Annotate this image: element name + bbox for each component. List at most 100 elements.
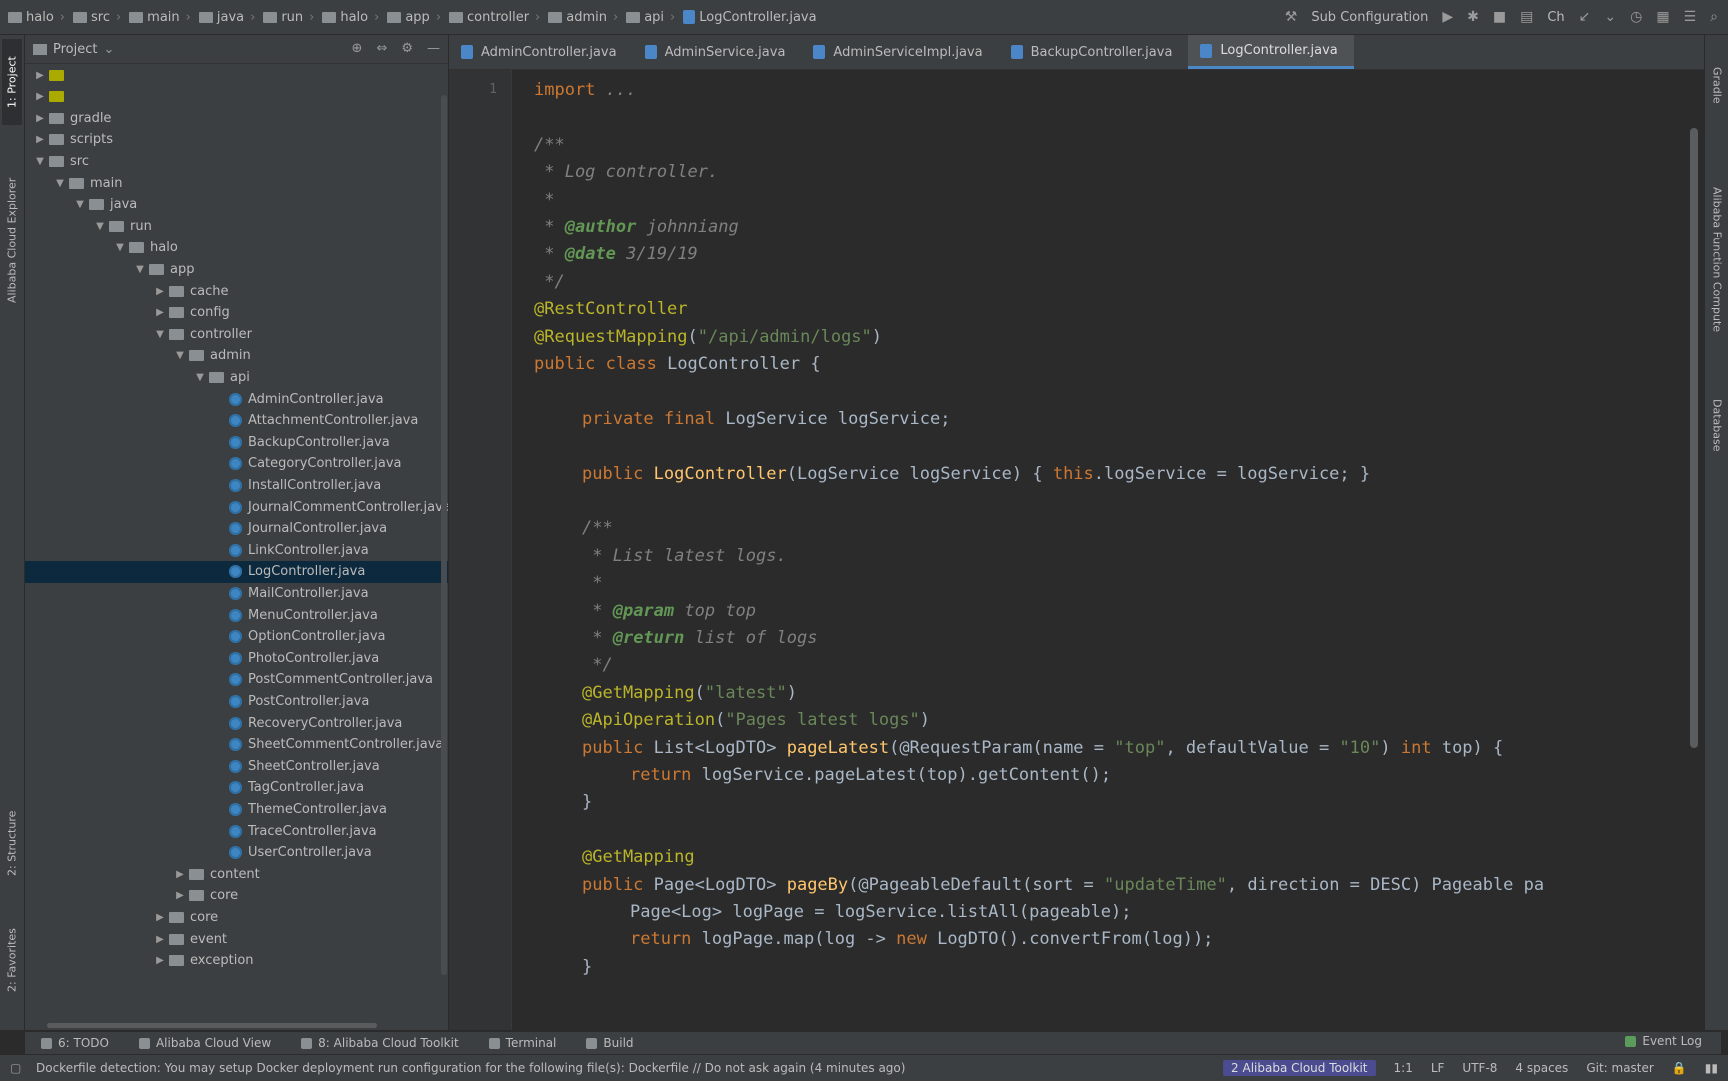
editor-tab[interactable]: AdminServiceImpl.java — [801, 35, 998, 69]
toggle-tool-windows-icon[interactable]: ▢ — [10, 1061, 21, 1075]
tree-folder-item[interactable]: ▼ api — [25, 366, 250, 388]
tool-tab-terminal[interactable]: Terminal — [488, 1036, 556, 1050]
tree-file-item[interactable]: PhotoController.java — [25, 647, 379, 669]
run-icon[interactable]: ▶ — [1442, 9, 1453, 25]
tool-tab-alibaba-cloud-toolkit[interactable]: 8: Alibaba Cloud Toolkit — [301, 1036, 459, 1050]
tree-file-item[interactable]: PostCommentController.java — [25, 669, 433, 691]
tree-folder-item[interactable]: ▶ config — [25, 302, 230, 324]
breadcrumb-item[interactable]: halo › — [8, 10, 65, 25]
tool-tab-structure[interactable]: 2: Structure — [2, 795, 22, 891]
search-icon[interactable]: ⌕ — [1710, 9, 1718, 25]
project-view-select[interactable]: Project — [53, 42, 97, 57]
chevron-right-icon[interactable]: ▶ — [153, 912, 167, 923]
tree-file-item[interactable]: SheetCommentController.java — [25, 734, 443, 756]
project-structure-icon[interactable]: ▦ — [1656, 9, 1669, 25]
editor-tab[interactable]: AdminController.java — [449, 35, 633, 69]
chevron-down-icon[interactable]: ▼ — [193, 372, 207, 383]
chevron-down-icon[interactable]: ▼ — [53, 178, 67, 189]
tree-file-item[interactable]: MenuController.java — [25, 604, 378, 626]
chevron-right-icon[interactable]: ▶ — [153, 286, 167, 297]
editor-tab[interactable]: AdminService.java — [633, 35, 802, 69]
tree-file-item[interactable]: MailController.java — [25, 582, 369, 604]
tree-file-item[interactable]: CategoryController.java — [25, 453, 402, 475]
vcs-update-icon[interactable]: ↙ — [1579, 9, 1591, 25]
code-editor[interactable]: import ... /** * Log controller. * * @aut… — [512, 70, 1692, 1030]
tool-tab-todo[interactable]: 6: TODO — [41, 1036, 109, 1050]
chevron-right-icon[interactable]: ▶ — [153, 307, 167, 318]
breadcrumb-item[interactable]: admin › — [548, 10, 618, 25]
tree-file-item[interactable]: PostController.java — [25, 690, 369, 712]
tool-tab-alibaba-cloud-explorer[interactable]: Alibaba Cloud Explorer — [2, 155, 22, 325]
collapse-icon[interactable]: ⇔ — [376, 41, 387, 56]
tree-folder-item[interactable]: ▶ content — [25, 863, 260, 885]
breadcrumb-item[interactable]: api › — [626, 10, 675, 25]
tree-folder-item[interactable]: ▶ — [25, 86, 70, 108]
hide-icon[interactable]: — — [427, 41, 440, 56]
tree-file-item[interactable]: UserController.java — [25, 842, 372, 864]
settings-icon[interactable]: ⚙ — [401, 41, 413, 56]
memory-indicator-icon[interactable]: ▮▮ — [1705, 1061, 1718, 1075]
tool-tab-gradle[interactable]: Gradle — [1707, 55, 1727, 115]
horizontal-scrollbar[interactable] — [47, 1023, 377, 1028]
stop-icon[interactable]: ■ — [1493, 9, 1506, 25]
chevron-down-icon[interactable]: ▼ — [73, 199, 87, 210]
run-configuration-select[interactable]: Sub Configuration — [1311, 10, 1428, 25]
tree-file-item[interactable]: OptionController.java — [25, 626, 386, 648]
tree-file-item[interactable]: LinkController.java — [25, 539, 369, 561]
tree-file-item[interactable]: AttachmentController.java — [25, 410, 418, 432]
indent-setting[interactable]: 4 spaces — [1515, 1061, 1568, 1075]
tree-folder-item[interactable]: ▼ java — [25, 194, 137, 216]
chevron-right-icon[interactable]: ▶ — [33, 113, 47, 124]
vertical-scrollbar[interactable] — [441, 95, 447, 975]
tree-folder-item[interactable]: ▶ event — [25, 928, 227, 950]
tool-tab-database[interactable]: Database — [1707, 385, 1727, 465]
hammer-icon[interactable]: ⚒ — [1285, 9, 1298, 25]
tree-folder-item[interactable]: ▶ core — [25, 885, 238, 907]
tree-folder-item[interactable]: ▼ admin — [25, 345, 251, 367]
chevron-right-icon[interactable]: ▶ — [173, 890, 187, 901]
tree-folder-item[interactable]: ▶ exception — [25, 950, 253, 972]
tree-file-item[interactable]: BackupController.java — [25, 431, 390, 453]
tree-file-item[interactable]: AdminController.java — [25, 388, 384, 410]
editor-tab[interactable]: LogController.java — [1188, 35, 1354, 69]
history-icon[interactable]: ◷ — [1630, 9, 1642, 25]
caret-position[interactable]: 1:1 — [1394, 1061, 1413, 1075]
tree-file-item[interactable]: TraceController.java — [25, 820, 377, 842]
tree-folder-item[interactable]: ▶ — [25, 64, 70, 86]
tree-file-item[interactable]: ThemeController.java — [25, 798, 387, 820]
tree-file-item[interactable]: JournalCommentController.java — [25, 496, 448, 518]
chevron-down-icon[interactable]: ▼ — [93, 221, 107, 232]
tree-file-item[interactable]: TagController.java — [25, 777, 364, 799]
tree-folder-item[interactable]: ▼ app — [25, 258, 194, 280]
locate-icon[interactable]: ⊕ — [352, 41, 363, 56]
lock-icon[interactable]: 🔒 — [1672, 1061, 1687, 1075]
tree-folder-item[interactable]: ▼ src — [25, 150, 89, 172]
chevron-right-icon[interactable]: ▶ — [33, 134, 47, 145]
tree-file-item[interactable]: RecoveryController.java — [25, 712, 402, 734]
vcs-label[interactable]: Ch — [1547, 10, 1564, 25]
chevron-down-icon[interactable]: ⌄ — [103, 42, 114, 57]
tree-folder-item[interactable]: ▶ core — [25, 906, 218, 928]
chevron-right-icon[interactable]: ▶ — [153, 934, 167, 945]
editor-tab[interactable]: BackupController.java — [999, 35, 1189, 69]
tool-tab-favorites[interactable]: 2: Favorites — [2, 915, 22, 1005]
editor-scrollbar[interactable] — [1690, 128, 1698, 748]
file-encoding[interactable]: UTF-8 — [1462, 1061, 1497, 1075]
chevron-down-icon[interactable]: ▼ — [113, 242, 127, 253]
tool-tab-project[interactable]: 1: Project — [2, 39, 22, 125]
line-separator[interactable]: LF — [1431, 1061, 1445, 1075]
tree-folder-item[interactable]: ▶ scripts — [25, 129, 113, 151]
chevron-down-icon[interactable]: ▼ — [33, 156, 47, 167]
tree-folder-item[interactable]: ▼ main — [25, 172, 122, 194]
coverage-icon[interactable]: ▤ — [1520, 9, 1533, 25]
breadcrumb-item[interactable]: run › — [263, 10, 314, 25]
tree-file-item[interactable]: JournalController.java — [25, 518, 387, 540]
breadcrumb-item[interactable]: halo › — [322, 10, 379, 25]
chevron-down-icon[interactable]: ▼ — [153, 329, 167, 340]
tree-folder-item[interactable]: ▼ halo — [25, 237, 178, 259]
debug-icon[interactable]: ✱ — [1467, 9, 1479, 25]
tree-folder-item[interactable]: ▼ controller — [25, 323, 252, 345]
settings-icon[interactable]: ☰ — [1684, 9, 1697, 25]
tool-tab-build[interactable]: Build — [586, 1036, 634, 1050]
tree-folder-item[interactable]: ▶ gradle — [25, 107, 111, 129]
